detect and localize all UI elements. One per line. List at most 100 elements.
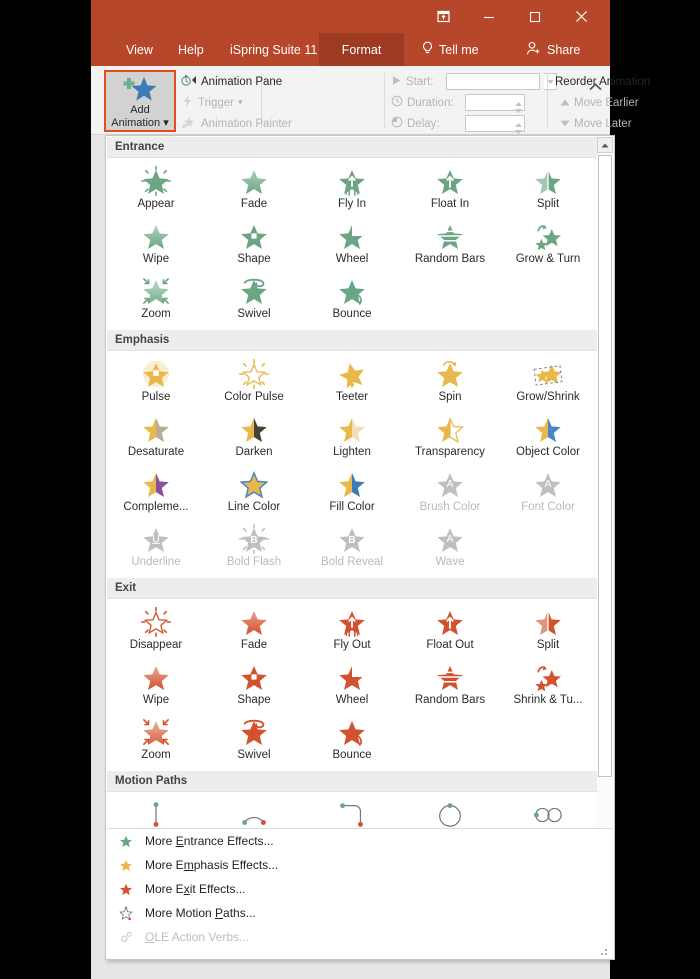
animation-effect-bold-flash: B Bold Flash	[205, 520, 303, 575]
delay-spin-down[interactable]	[515, 125, 522, 134]
star-shape-icon	[239, 220, 269, 252]
scrollbar-thumb[interactable]	[598, 155, 612, 777]
star-fly-in-icon	[337, 165, 367, 197]
menu-item-label: More Entrance Effects...	[145, 834, 274, 848]
animation-effect-random-bars[interactable]: Random Bars	[401, 658, 499, 713]
animation-effect-color-pulse[interactable]: Color Pulse	[205, 355, 303, 410]
animation-effect-swivel[interactable]: Swivel	[205, 713, 303, 768]
menu-item-more-entrance-effects[interactable]: More Entrance Effects...	[107, 829, 613, 853]
tab-help[interactable]: Help	[167, 33, 215, 66]
animation-effect-shrink-tu[interactable]: Shrink & Tu...	[499, 658, 597, 713]
tab-view[interactable]: View	[115, 33, 164, 66]
animation-effect-appear[interactable]: Appear	[107, 162, 205, 217]
animation-effect-shape[interactable]: Shape	[205, 217, 303, 272]
animation-effect-wheel[interactable]: Wheel	[303, 217, 401, 272]
animation-effect-fly-out[interactable]: Fly Out	[303, 603, 401, 658]
animation-effect-darken[interactable]: Darken	[205, 410, 303, 465]
animation-effect-bounce[interactable]: Bounce	[303, 713, 401, 768]
animation-effect-split[interactable]: Split	[499, 162, 597, 217]
menu-item-more-motion-paths[interactable]: More Motion Paths...	[107, 901, 613, 925]
animation-effect-transparency[interactable]: Transparency	[401, 410, 499, 465]
tab-format[interactable]: Format	[319, 33, 404, 66]
animation-effect-bounce[interactable]: Bounce	[303, 272, 401, 327]
animation-effect-lighten[interactable]: Lighten	[303, 410, 401, 465]
animation-effect-wipe[interactable]: Wipe	[107, 217, 205, 272]
animation-effect-lines[interactable]: Lines	[107, 796, 205, 828]
effect-label: Disappear	[129, 639, 183, 651]
animation-effect-fade[interactable]: Fade	[205, 603, 303, 658]
star-float-out-icon	[435, 606, 465, 638]
ribbon-toolbar: AddAnimation ▾ Animation Pane Trigger ▾	[91, 66, 650, 135]
star-wheel-icon	[337, 220, 367, 252]
tell-me-button[interactable]: Tell me	[421, 33, 479, 66]
animation-effect-float-out[interactable]: Float Out	[401, 603, 499, 658]
animation-effect-fill-color[interactable]: Fill Color	[303, 465, 401, 520]
animation-effect-loops[interactable]: Loops	[499, 796, 597, 828]
animation-effect-compleme[interactable]: Compleme...	[107, 465, 205, 520]
star-red-icon	[117, 882, 135, 896]
animation-effect-swivel[interactable]: Swivel	[205, 272, 303, 327]
delay-spinner[interactable]	[465, 115, 525, 134]
start-combobox[interactable]	[446, 73, 540, 90]
effect-label: Zoom	[141, 308, 171, 320]
trigger-button[interactable]: Trigger ▾	[181, 92, 292, 113]
animation-pane-button[interactable]: Animation Pane	[181, 71, 292, 92]
play-icon	[391, 75, 402, 89]
animation-effect-line-color[interactable]: Line Color	[205, 465, 303, 520]
animation-effect-shapes[interactable]: Shapes	[401, 796, 499, 828]
scroll-up-arrow-icon[interactable]	[597, 137, 613, 153]
animation-effect-pulse[interactable]: Pulse	[107, 355, 205, 410]
animation-effect-grow-turn[interactable]: Grow & Turn	[499, 217, 597, 272]
duration-spin-down[interactable]	[515, 104, 522, 113]
duration-spin-up[interactable]	[515, 97, 522, 106]
animation-effect-random-bars[interactable]: Random Bars	[401, 217, 499, 272]
close-button[interactable]	[558, 0, 604, 33]
collapse-ribbon-button[interactable]	[589, 78, 602, 96]
move-later-button[interactable]: Move Later	[555, 113, 650, 134]
svg-text:A: A	[447, 479, 454, 490]
animation-effect-grow-shrink[interactable]: Grow/Shrink	[499, 355, 597, 410]
trigger-bolt-icon	[181, 94, 194, 111]
ribbon-display-options-button[interactable]	[420, 0, 466, 33]
resize-grip[interactable]	[601, 947, 609, 955]
animation-effect-zoom[interactable]: Zoom	[107, 713, 205, 768]
animation-effect-float-in[interactable]: Float In	[401, 162, 499, 217]
minimize-button[interactable]	[466, 0, 512, 33]
animation-effect-shape[interactable]: Shape	[205, 658, 303, 713]
gallery-section-grid: Disappear Fade Fly Out Float Out Split W…	[107, 599, 597, 771]
animation-effect-zoom[interactable]: Zoom	[107, 272, 205, 327]
animation-effect-desaturate[interactable]: Desaturate	[107, 410, 205, 465]
animation-effect-turns[interactable]: Turns	[303, 796, 401, 828]
menu-item-label: More Exit Effects...	[145, 882, 246, 896]
delay-spin-up[interactable]	[515, 118, 522, 127]
move-earlier-button[interactable]: Move Earlier	[555, 92, 650, 113]
animation-effect-teeter[interactable]: Teeter	[303, 355, 401, 410]
effect-label: Line Color	[227, 501, 281, 513]
menu-item-more-emphasis-effects[interactable]: More Emphasis Effects...	[107, 853, 613, 877]
star-zoom-icon	[141, 275, 171, 307]
animation-effect-fly-in[interactable]: Fly In	[303, 162, 401, 217]
animation-effect-spin[interactable]: Spin	[401, 355, 499, 410]
ribbon-divider	[547, 73, 548, 128]
animation-effect-wipe[interactable]: Wipe	[107, 658, 205, 713]
animation-painter-button[interactable]: Animation Painter	[181, 113, 292, 134]
animation-effect-object-color[interactable]: Object Color	[499, 410, 597, 465]
animation-effect-wheel[interactable]: Wheel	[303, 658, 401, 713]
svg-text:A: A	[545, 479, 552, 490]
animation-effect-disappear[interactable]: Disappear	[107, 603, 205, 658]
maximize-button[interactable]	[512, 0, 558, 33]
animation-effect-fade[interactable]: Fade	[205, 162, 303, 217]
animation-effect-split[interactable]: Split	[499, 603, 597, 658]
effect-label: Wheel	[335, 253, 369, 265]
effect-label: Wave	[435, 556, 465, 568]
animation-effect-arcs[interactable]: Arcs	[205, 796, 303, 828]
star-desaturate-icon	[141, 413, 171, 445]
effect-label: Spin	[438, 391, 462, 403]
duration-spinner[interactable]	[465, 94, 525, 113]
ribbon-divider	[384, 73, 385, 128]
menu-item-more-exit-effects[interactable]: More Exit Effects...	[107, 877, 613, 901]
add-animation-button[interactable]: Add Animation ▾	[104, 70, 176, 132]
tab-ispring-suite[interactable]: iSpring Suite 11	[219, 33, 328, 66]
share-button[interactable]: Share	[526, 33, 580, 66]
scrollbar-track[interactable]	[597, 153, 613, 942]
